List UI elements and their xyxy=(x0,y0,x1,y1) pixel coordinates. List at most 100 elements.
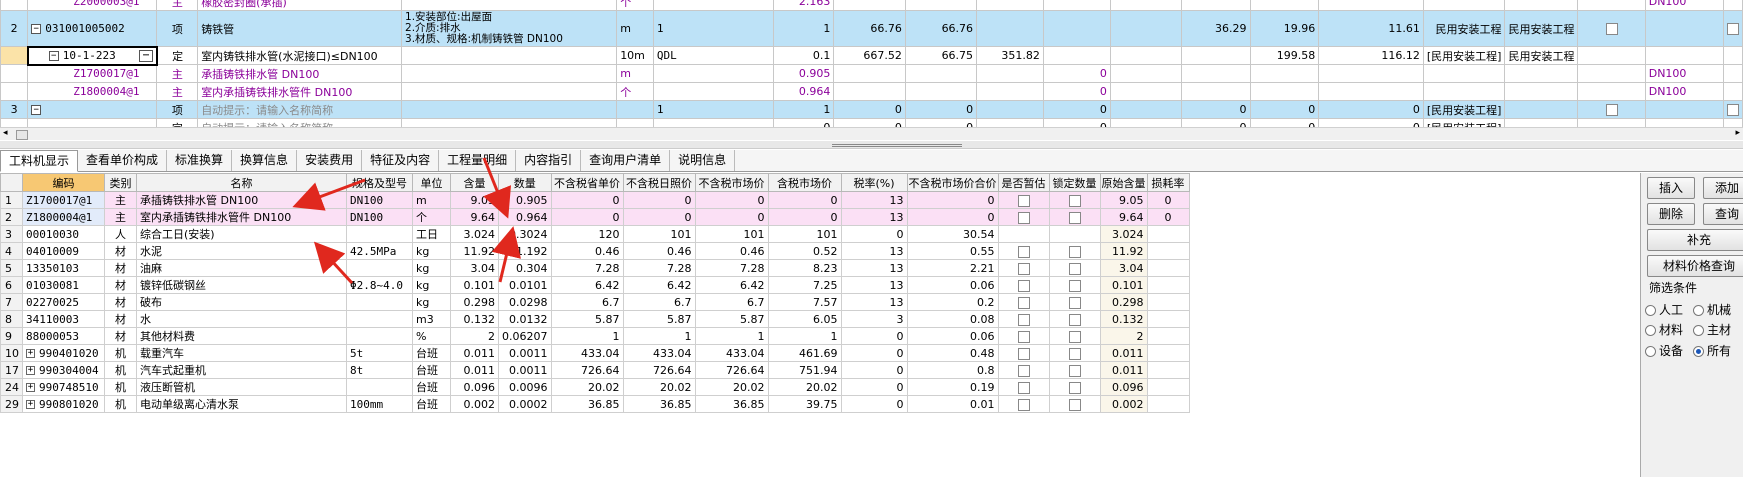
price-cell[interactable]: 39.75 xyxy=(767,395,842,413)
lock-quantity-cell[interactable] xyxy=(1048,293,1101,311)
tax-rate-cell[interactable]: 13 xyxy=(840,293,908,311)
tax-rate-cell[interactable]: 0 xyxy=(840,361,908,379)
loss-rate-cell[interactable]: 0 xyxy=(1146,191,1190,209)
total-cell[interactable]: 0.8 xyxy=(906,361,999,379)
lock-quantity-cell[interactable] xyxy=(1048,208,1101,226)
tax-rate-cell[interactable]: 13 xyxy=(840,242,908,260)
type-cell[interactable]: 材 xyxy=(104,276,137,294)
provisional-cell[interactable] xyxy=(997,344,1050,362)
content-cell[interactable]: 0.132 xyxy=(450,310,499,328)
price-cell[interactable]: 101 xyxy=(694,225,769,243)
provisional-cell[interactable] xyxy=(997,242,1050,260)
name-cell[interactable]: 其他材料费 xyxy=(136,327,347,345)
tax-rate-cell[interactable]: 0 xyxy=(840,225,908,243)
spec-cell[interactable]: Φ2.8~4.0 xyxy=(346,276,413,294)
column-header[interactable]: 单位 xyxy=(412,173,451,192)
radio-icon[interactable] xyxy=(1645,325,1656,336)
price-cell[interactable]: 0 xyxy=(550,191,624,209)
name-cell[interactable]: 承插铸铁排水管 DN100 xyxy=(197,64,403,83)
features-cell[interactable] xyxy=(401,82,618,101)
price-cell[interactable]: 20.02 xyxy=(694,378,769,396)
price-cell[interactable]: 0.46 xyxy=(622,242,696,260)
price-cell[interactable]: 1 xyxy=(694,327,769,345)
lock-checkbox[interactable] xyxy=(1068,398,1081,411)
provisional-checkbox[interactable] xyxy=(1017,381,1030,394)
collapse-icon[interactable]: − xyxy=(31,23,42,34)
total-cell[interactable]: 0 xyxy=(906,208,999,226)
spec-cell[interactable] xyxy=(346,225,413,243)
provisional-cell[interactable] xyxy=(997,225,1050,243)
lock-checkbox[interactable] xyxy=(1068,364,1081,377)
spec-cell[interactable]: 5t xyxy=(346,344,413,362)
column-header[interactable]: 锁定数量 xyxy=(1048,173,1101,192)
column-header[interactable]: 类别 xyxy=(104,173,137,192)
quantity-cell[interactable]: 0.905 xyxy=(498,191,552,209)
price-cell[interactable]: 0.52 xyxy=(767,242,842,260)
provisional-cell[interactable] xyxy=(997,276,1050,294)
type-cell[interactable]: 材 xyxy=(104,242,137,260)
quantity-cell[interactable]: 0.0096 xyxy=(498,378,552,396)
price-cell[interactable]: 0 xyxy=(767,191,842,209)
column-header[interactable]: 编码 xyxy=(22,173,105,192)
tab-4[interactable]: 换算信息 xyxy=(232,150,298,171)
unit-cell[interactable]: 台班 xyxy=(412,344,451,362)
spec-cell[interactable] xyxy=(346,310,413,328)
spec-cell[interactable] xyxy=(346,259,413,277)
provisional-checkbox[interactable] xyxy=(1017,211,1030,224)
filter-radio-5[interactable]: 设备 xyxy=(1645,342,1683,359)
spec-cell[interactable]: DN100 xyxy=(346,208,413,226)
type-cell[interactable]: 机 xyxy=(104,378,137,396)
price-cell[interactable]: 5.87 xyxy=(694,310,769,328)
price-cell[interactable]: 6.42 xyxy=(622,276,696,294)
radio-icon[interactable] xyxy=(1693,305,1704,316)
tax-rate-cell[interactable]: 0 xyxy=(840,395,908,413)
loss-rate-cell[interactable] xyxy=(1146,327,1190,345)
content-cell[interactable]: 0.002 xyxy=(450,395,499,413)
code-cell[interactable]: +990401020 xyxy=(22,344,105,362)
resource-row[interactable]: 8 34110003 材水 m3 0.132 0.0132 5.87 5.87 5.87 6.05… xyxy=(0,310,1190,328)
quantity-cell[interactable]: 0.964 xyxy=(772,82,835,101)
expression-cell[interactable] xyxy=(652,82,774,101)
spec-cell[interactable] xyxy=(346,378,413,396)
content-cell[interactable]: 0.011 xyxy=(450,361,499,379)
provisional-checkbox[interactable] xyxy=(1017,194,1030,207)
upper-grid-row[interactable]: Z1700017@1 主承插铸铁排水管 DN100 m 0.905 0 DN100 xyxy=(0,64,1743,83)
pane-splitter[interactable] xyxy=(0,141,1743,149)
name-cell[interactable]: 汽车式起重机 xyxy=(136,361,347,379)
content-cell[interactable]: 9.05 xyxy=(450,191,499,209)
price-cell[interactable]: 36.85 xyxy=(694,395,769,413)
checkbox-cell[interactable] xyxy=(1577,64,1646,83)
code-cell[interactable]: 01030081 xyxy=(22,276,105,294)
spec-cell[interactable]: 8t xyxy=(346,361,413,379)
price-cell[interactable]: 1 xyxy=(767,327,842,345)
tab-10[interactable]: 说明信息 xyxy=(670,150,736,171)
provisional-cell[interactable] xyxy=(997,310,1050,328)
provisional-cell[interactable] xyxy=(997,259,1050,277)
expression-cell[interactable] xyxy=(652,64,774,83)
filter-radio-6[interactable]: 所有 xyxy=(1693,342,1731,359)
content-cell[interactable]: 3.04 xyxy=(450,259,499,277)
code-cell[interactable]: −10-1-223 ⋯ xyxy=(26,45,158,66)
price-cell[interactable]: 6.7 xyxy=(550,293,624,311)
price-cell[interactable]: 36.85 xyxy=(550,395,624,413)
expand-plus-icon[interactable]: + xyxy=(26,383,35,392)
provisional-cell[interactable] xyxy=(997,191,1050,209)
type-cell[interactable]: 主 xyxy=(104,208,137,226)
quantity-cell[interactable]: 0.0132 xyxy=(498,310,552,328)
expand-plus-icon[interactable]: + xyxy=(26,349,35,358)
quantity-cell[interactable]: 2.163 xyxy=(772,0,835,11)
tax-rate-cell[interactable]: 13 xyxy=(840,208,908,226)
name-cell[interactable]: 油麻 xyxy=(136,259,347,277)
code-cell[interactable]: − xyxy=(27,100,158,119)
code-cell[interactable]: Z1700017@1 xyxy=(22,191,105,209)
code-cell[interactable]: Z2000003@1 xyxy=(27,0,158,11)
resource-row[interactable]: 10 +990401020 机载重汽车 5t 台班 0.011 0.0011 433.04 43… xyxy=(0,344,1190,362)
resource-row[interactable]: 4 04010009 材水泥 42.5MPa kg 11.92 1.192 0.46 0.46 0… xyxy=(0,242,1190,260)
provisional-cell[interactable] xyxy=(997,293,1050,311)
lock-checkbox[interactable] xyxy=(1068,330,1081,343)
total-cell[interactable]: 0.01 xyxy=(906,395,999,413)
tab-1[interactable]: 工料机显示 xyxy=(0,150,79,172)
price-cell[interactable]: 6.7 xyxy=(622,293,696,311)
checkbox-cell[interactable] xyxy=(1577,0,1646,11)
price-cell[interactable]: 6.05 xyxy=(767,310,842,328)
